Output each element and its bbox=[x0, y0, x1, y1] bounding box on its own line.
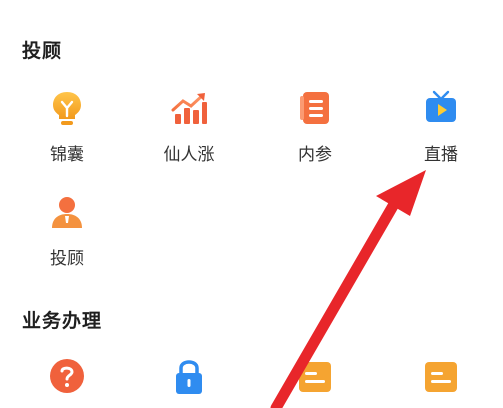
tv-play-icon bbox=[426, 90, 456, 122]
rising-chart-icon bbox=[171, 93, 207, 124]
lightbulb-icon bbox=[53, 92, 81, 125]
grid-item-jinnang[interactable]: 锦囊 bbox=[22, 88, 112, 165]
grid-item-neican[interactable]: 内参 bbox=[270, 88, 360, 165]
grid-item-card-1[interactable] bbox=[270, 356, 360, 396]
grid-item-card-2[interactable] bbox=[396, 356, 486, 396]
grid-item-label: 直播 bbox=[424, 145, 458, 165]
section-title-business: 业务办理 bbox=[22, 310, 103, 332]
lock-icon bbox=[176, 360, 202, 394]
grid-item-label: 投顾 bbox=[50, 249, 84, 269]
grid-item-zhibo[interactable]: 直播 bbox=[396, 88, 486, 165]
advisor-person-icon bbox=[52, 197, 82, 228]
card-icon bbox=[425, 362, 457, 392]
grid-item-label: 锦囊 bbox=[50, 145, 84, 165]
help-question-icon bbox=[50, 359, 84, 393]
grid-item-security[interactable] bbox=[144, 356, 234, 396]
section-title-advisory: 投顾 bbox=[22, 40, 63, 62]
grid-item-help[interactable] bbox=[22, 356, 112, 396]
grid-item-label: 内参 bbox=[298, 145, 332, 165]
grid-item-tougu[interactable]: 投顾 bbox=[22, 192, 112, 269]
card-icon bbox=[299, 362, 331, 392]
grid-item-xianrenzhang[interactable]: 仙人涨 bbox=[144, 88, 234, 165]
grid-item-label: 仙人涨 bbox=[163, 145, 215, 165]
document-list-icon bbox=[300, 92, 329, 124]
